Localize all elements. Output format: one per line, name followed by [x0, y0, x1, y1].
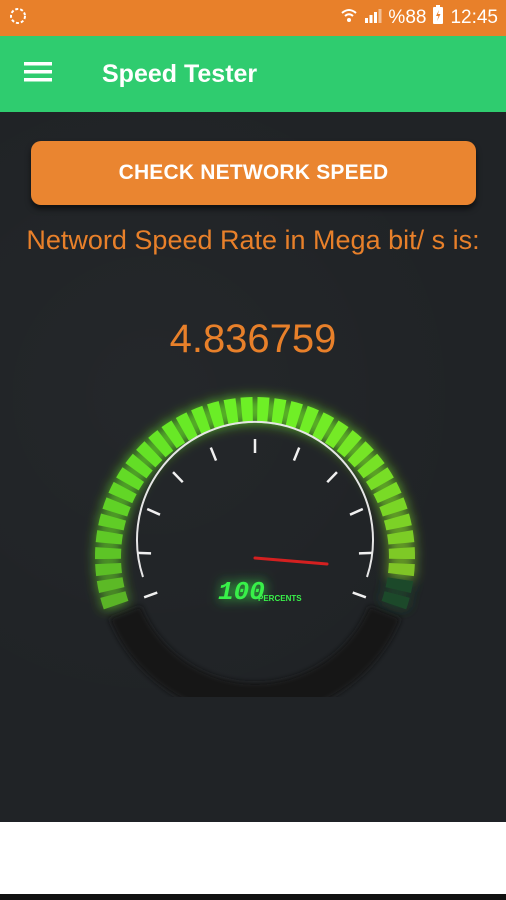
gauge-tick	[209, 447, 218, 462]
status-bar: %88 12:45	[0, 0, 506, 36]
battery-icon	[432, 5, 444, 31]
gauge-tick	[352, 591, 367, 599]
gauge-segment	[98, 513, 127, 531]
wifi-icon	[340, 6, 358, 30]
app-title: Speed Tester	[102, 59, 258, 88]
gauge-segment	[385, 577, 414, 593]
gauge-segment	[223, 398, 239, 426]
hamburger-menu-icon	[24, 61, 52, 88]
gauge-segment	[240, 397, 253, 424]
gauge-segment	[381, 591, 410, 610]
gauge-segment	[95, 547, 122, 560]
gauge-tick	[292, 447, 301, 462]
gauge-tick	[146, 507, 161, 516]
signal-icon	[364, 6, 382, 30]
gauge-segment	[388, 563, 415, 577]
gauge-segment	[96, 577, 125, 593]
gauge-segment	[257, 397, 270, 424]
app-notification-icon	[8, 6, 28, 31]
gauge-segment	[383, 513, 412, 531]
app-bar: Speed Tester	[0, 36, 506, 112]
status-right: %88 12:45	[340, 5, 498, 31]
gauge-tick	[349, 507, 364, 516]
gauge-needle	[253, 556, 329, 566]
rate-value: 4.836759	[169, 317, 337, 361]
clock: 12:45	[450, 7, 498, 28]
gauge-segment	[95, 563, 122, 577]
gauge-tick	[143, 591, 158, 599]
battery-percent: %88	[388, 7, 427, 28]
main-content: CHECK NETWORK SPEED Netword Speed Rate i…	[0, 112, 506, 820]
ad-banner[interactable]	[0, 822, 506, 894]
hamburger-menu-button[interactable]	[0, 36, 76, 112]
gauge-tick	[172, 471, 184, 484]
bottom-edge	[0, 894, 506, 900]
gauge-ticks	[137, 439, 373, 599]
gauge-readout-unit: PERCENTS	[258, 594, 302, 603]
gauge-segment	[95, 530, 123, 545]
speed-gauge: 100 PERCENTS	[95, 397, 416, 697]
gauge-shadow-arc	[109, 605, 401, 697]
gauge-segment	[271, 398, 287, 426]
gauge-segment	[388, 547, 416, 560]
gauge-segment	[285, 401, 303, 430]
gauge-segment	[207, 401, 225, 430]
gauge-segment	[387, 530, 415, 545]
gauge-segment	[100, 591, 129, 610]
rate-label: Netword Speed Rate in Mega bit/ s is:	[26, 225, 480, 255]
gauge-tick	[326, 471, 338, 484]
check-network-speed-button[interactable]: CHECK NETWORK SPEED	[31, 141, 476, 205]
status-left	[8, 6, 28, 31]
